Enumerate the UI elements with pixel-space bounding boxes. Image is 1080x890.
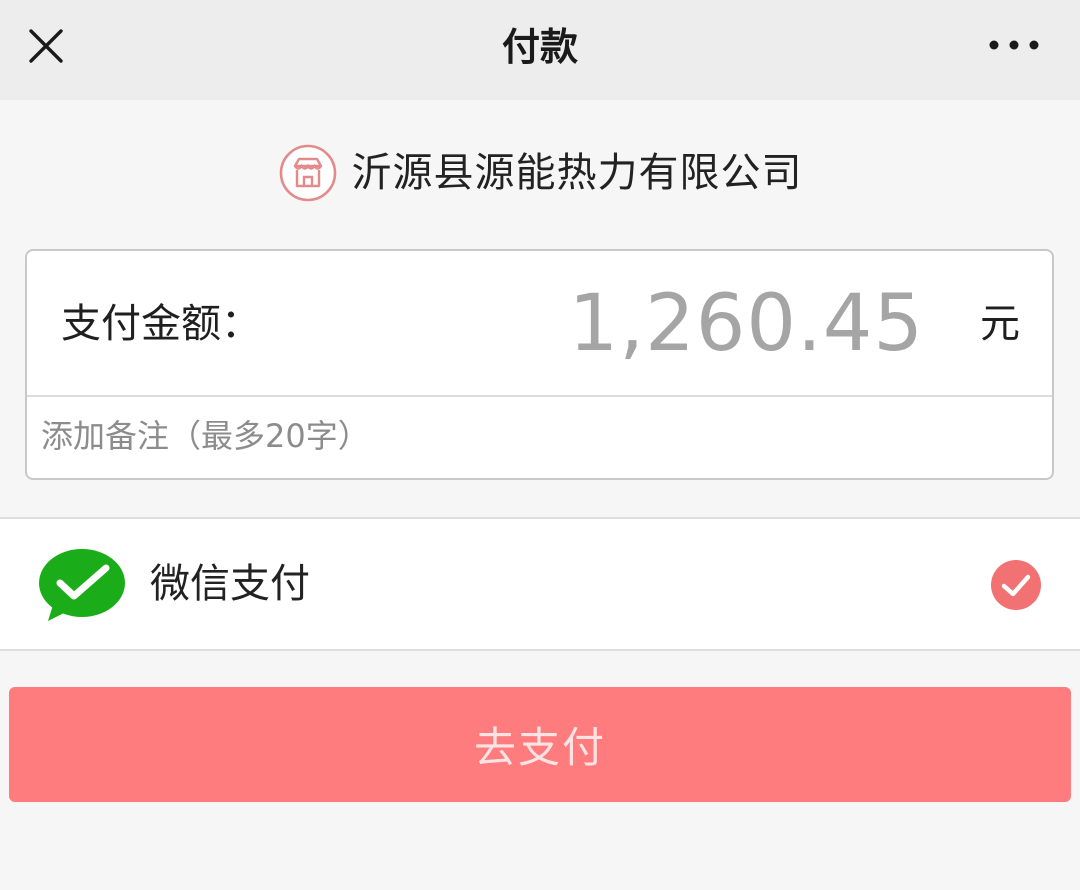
- amount-unit: 元: [980, 301, 1020, 347]
- amount-row: 支付金额： 1,260.45 元: [27, 251, 1052, 397]
- amount-value[interactable]: 1,260.45: [569, 251, 924, 397]
- top-bar: 付款: [0, 0, 1080, 100]
- more-icon[interactable]: [986, 30, 1042, 60]
- wechat-pay-icon: [36, 547, 128, 627]
- amount-card: 支付金额： 1,260.45 元: [25, 249, 1054, 480]
- merchant-name: 沂源县源能热力有限公司: [351, 150, 803, 196]
- page-title: 付款: [501, 25, 578, 69]
- shop-icon: [278, 143, 338, 203]
- payment-method-wechat[interactable]: 微信支付: [0, 517, 1080, 651]
- pay-button[interactable]: 去支付: [9, 687, 1071, 802]
- note-input[interactable]: [41, 405, 1031, 467]
- checkmark-circle-icon[interactable]: [990, 559, 1042, 611]
- amount-label: 支付金额：: [61, 301, 261, 347]
- payment-method-label: 微信支付: [150, 561, 310, 607]
- merchant-info: 沂源县源能热力有限公司: [0, 140, 1080, 206]
- payment-page: 付款 沂源县源能热力有限公司 支付金额： 1,260.45 元 添加备注（最多2…: [0, 0, 1080, 890]
